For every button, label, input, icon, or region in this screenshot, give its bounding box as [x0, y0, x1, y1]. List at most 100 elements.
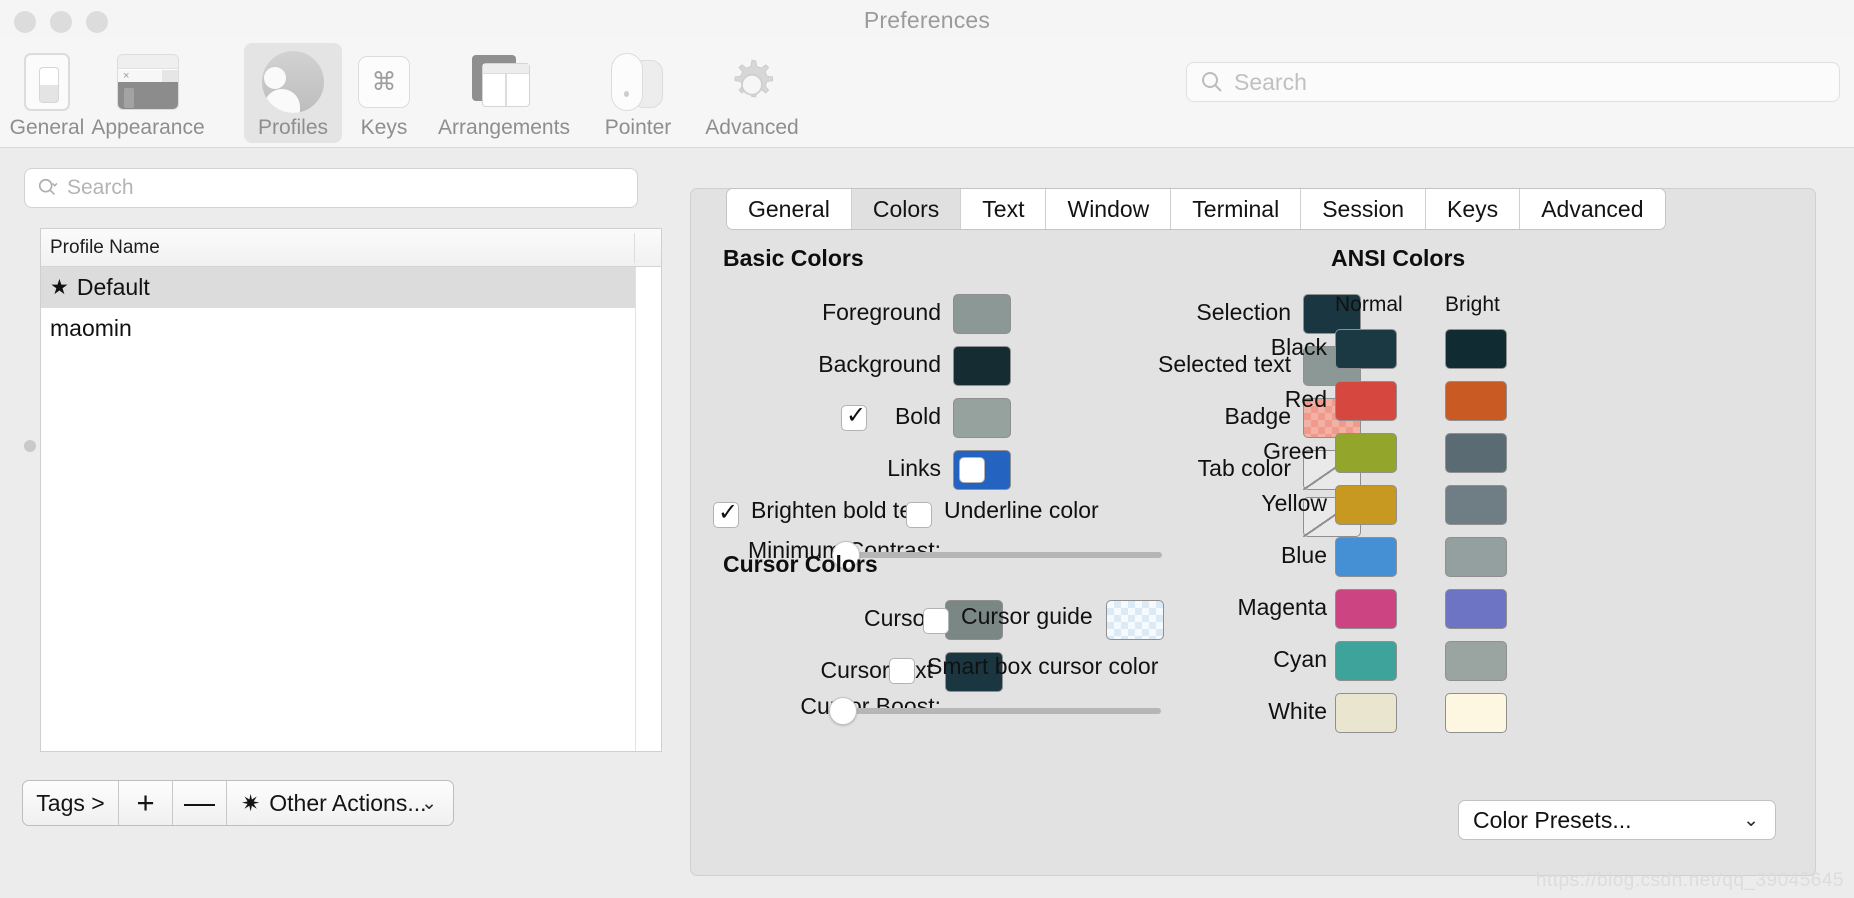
ansi-label-magenta: Magenta [1237, 594, 1327, 620]
ansi-column-bright: Bright [1445, 293, 1500, 316]
color-presets-dropdown[interactable]: Color Presets... ⌄ [1458, 800, 1776, 840]
general-icon [24, 51, 70, 113]
swatch-cursor-guide[interactable] [1106, 600, 1164, 640]
tab-text[interactable]: Text [961, 189, 1047, 229]
chevron-down-icon: ⌄ [421, 792, 437, 814]
ansi-swatch-green-normal[interactable] [1335, 433, 1397, 473]
swatch-bold[interactable] [953, 398, 1011, 438]
bold-checkbox[interactable] [841, 401, 867, 431]
cursor-guide-checkbox[interactable] [923, 608, 949, 634]
tab-advanced-label: Advanced [1541, 195, 1644, 222]
tab-color-checkbox[interactable] [959, 457, 985, 483]
smart-box-cursor-color-label: Smart box cursor color [927, 653, 1159, 679]
profile-list-scrollbar[interactable] [635, 267, 661, 751]
profile-row-default-label: Default [76, 274, 150, 300]
tab-general[interactable]: General [727, 189, 852, 229]
ansi-swatch-yellow-bright[interactable] [1445, 485, 1507, 525]
ansi-swatch-cyan-normal[interactable] [1335, 641, 1397, 681]
tab-terminal[interactable]: Terminal [1171, 189, 1302, 229]
ansi-swatch-cyan-bright[interactable] [1445, 641, 1507, 681]
ansi-label-black: Black [1270, 334, 1327, 360]
column-header-profile-name: Profile Name [50, 236, 160, 258]
tab-session[interactable]: Session [1301, 189, 1427, 229]
smart-box-cursor-color-checkbox[interactable] [889, 658, 915, 684]
slider-knob[interactable] [829, 697, 857, 725]
toolbar-item-appearance-label: Appearance [91, 116, 205, 139]
underline-color-checkbox[interactable] [906, 502, 932, 528]
ansi-swatch-magenta-bright[interactable] [1445, 589, 1507, 629]
cursor-colors-title: Cursor Colors [723, 551, 878, 577]
other-actions-button[interactable]: ✷ Other Actions... ⌄ [227, 781, 453, 825]
profile-search-placeholder: Search [67, 176, 134, 199]
profile-row-maomin[interactable]: maomin [41, 308, 661, 349]
ansi-swatch-white-bright[interactable] [1445, 693, 1507, 733]
arrangements-icon [472, 51, 536, 113]
search-placeholder: Search [1234, 68, 1307, 95]
tab-keys-label: Keys [1447, 195, 1499, 222]
ansi-swatch-yellow-normal[interactable] [1335, 485, 1397, 525]
field-label-bold: Bold [894, 403, 941, 429]
pointer-icon [611, 51, 665, 113]
minimum-contrast-slider[interactable] [832, 541, 1162, 569]
appearance-icon: × [117, 51, 179, 113]
toolbar-item-profiles[interactable]: Profiles [244, 43, 342, 143]
profiles-left-pane: Search Profile Name ★ Default maomin Tag… [0, 148, 672, 898]
ansi-swatch-black-bright[interactable] [1445, 329, 1507, 369]
toolbar-item-arrangements-label: Arrangements [438, 116, 570, 139]
tab-text-label: Text [982, 195, 1025, 222]
underline-color-label: Underline color [944, 497, 1099, 523]
search-dropdown-icon [38, 178, 58, 196]
search-input[interactable]: Search [1186, 62, 1840, 102]
ansi-swatch-blue-normal[interactable] [1335, 537, 1397, 577]
color-presets-label: Color Presets... [1473, 806, 1632, 833]
colors-settings-pane: Basic Colors Foreground Background Bold … [690, 188, 1816, 876]
toolbar-item-pointer[interactable]: Pointer [590, 43, 686, 143]
ansi-swatch-blue-bright[interactable] [1445, 537, 1507, 577]
toolbar-item-arrangements[interactable]: Arrangements [426, 43, 582, 143]
window-title: Preferences [863, 7, 991, 33]
profile-list: Profile Name ★ Default maomin [40, 228, 662, 752]
slider-track [843, 708, 1161, 714]
tab-window[interactable]: Window [1046, 189, 1172, 229]
tab-advanced[interactable]: Advanced [1520, 189, 1665, 229]
toolbar-item-keys[interactable]: ⌘ Keys [350, 43, 418, 143]
field-label-cursor: Cursor [863, 605, 933, 631]
ansi-swatch-magenta-normal[interactable] [1335, 589, 1397, 629]
brighten-bold-text-checkbox[interactable] [713, 498, 739, 528]
toolbar-item-advanced[interactable]: Advanced [690, 43, 814, 143]
tab-colors[interactable]: Colors [851, 189, 962, 229]
field-label-selection: Selection [1196, 299, 1291, 325]
ansi-swatch-red-normal[interactable] [1335, 381, 1397, 421]
toolbar-item-keys-label: Keys [360, 116, 408, 139]
add-profile-button[interactable]: + [119, 781, 173, 825]
column-divider[interactable] [634, 233, 635, 263]
toolbar-item-advanced-label: Advanced [705, 116, 799, 139]
chevron-down-icon: ⌄ [1743, 809, 1759, 831]
watermark-text: https://blog.csdn.net/qq_39045645 [1535, 870, 1844, 891]
tags-button[interactable]: Tags > [23, 781, 119, 825]
pane-resize-handle[interactable] [24, 440, 36, 452]
keys-icon: ⌘ [358, 51, 410, 113]
tab-keys[interactable]: Keys [1426, 189, 1521, 229]
ansi-label-cyan: Cyan [1273, 646, 1327, 672]
toolbar-item-pointer-label: Pointer [604, 116, 672, 139]
ansi-swatch-black-normal[interactable] [1335, 329, 1397, 369]
swatch-foreground[interactable] [953, 294, 1011, 334]
cursor-boost-slider[interactable] [829, 697, 1161, 725]
slider-track [846, 552, 1162, 558]
toolbar-item-general-label: General [9, 116, 85, 139]
remove-profile-button[interactable]: — [173, 781, 227, 825]
profile-row-default[interactable]: ★ Default [41, 267, 661, 308]
tab-terminal-label: Terminal [1192, 195, 1280, 222]
swatch-background[interactable] [953, 346, 1011, 386]
search-icon [1202, 72, 1222, 92]
ansi-swatch-white-normal[interactable] [1335, 693, 1397, 733]
toolbar-item-general[interactable]: General [10, 43, 84, 143]
profile-search-input[interactable]: Search [24, 168, 638, 208]
toolbar-item-appearance[interactable]: × Appearance [91, 43, 205, 143]
ansi-colors-title: ANSI Colors [1331, 245, 1466, 271]
ansi-swatch-red-bright[interactable] [1445, 381, 1507, 421]
ansi-swatch-green-bright[interactable] [1445, 433, 1507, 473]
tab-session-label: Session [1322, 195, 1405, 222]
settings-tabbar: General Colors Text Window Terminal Session Ke… [726, 188, 1666, 230]
